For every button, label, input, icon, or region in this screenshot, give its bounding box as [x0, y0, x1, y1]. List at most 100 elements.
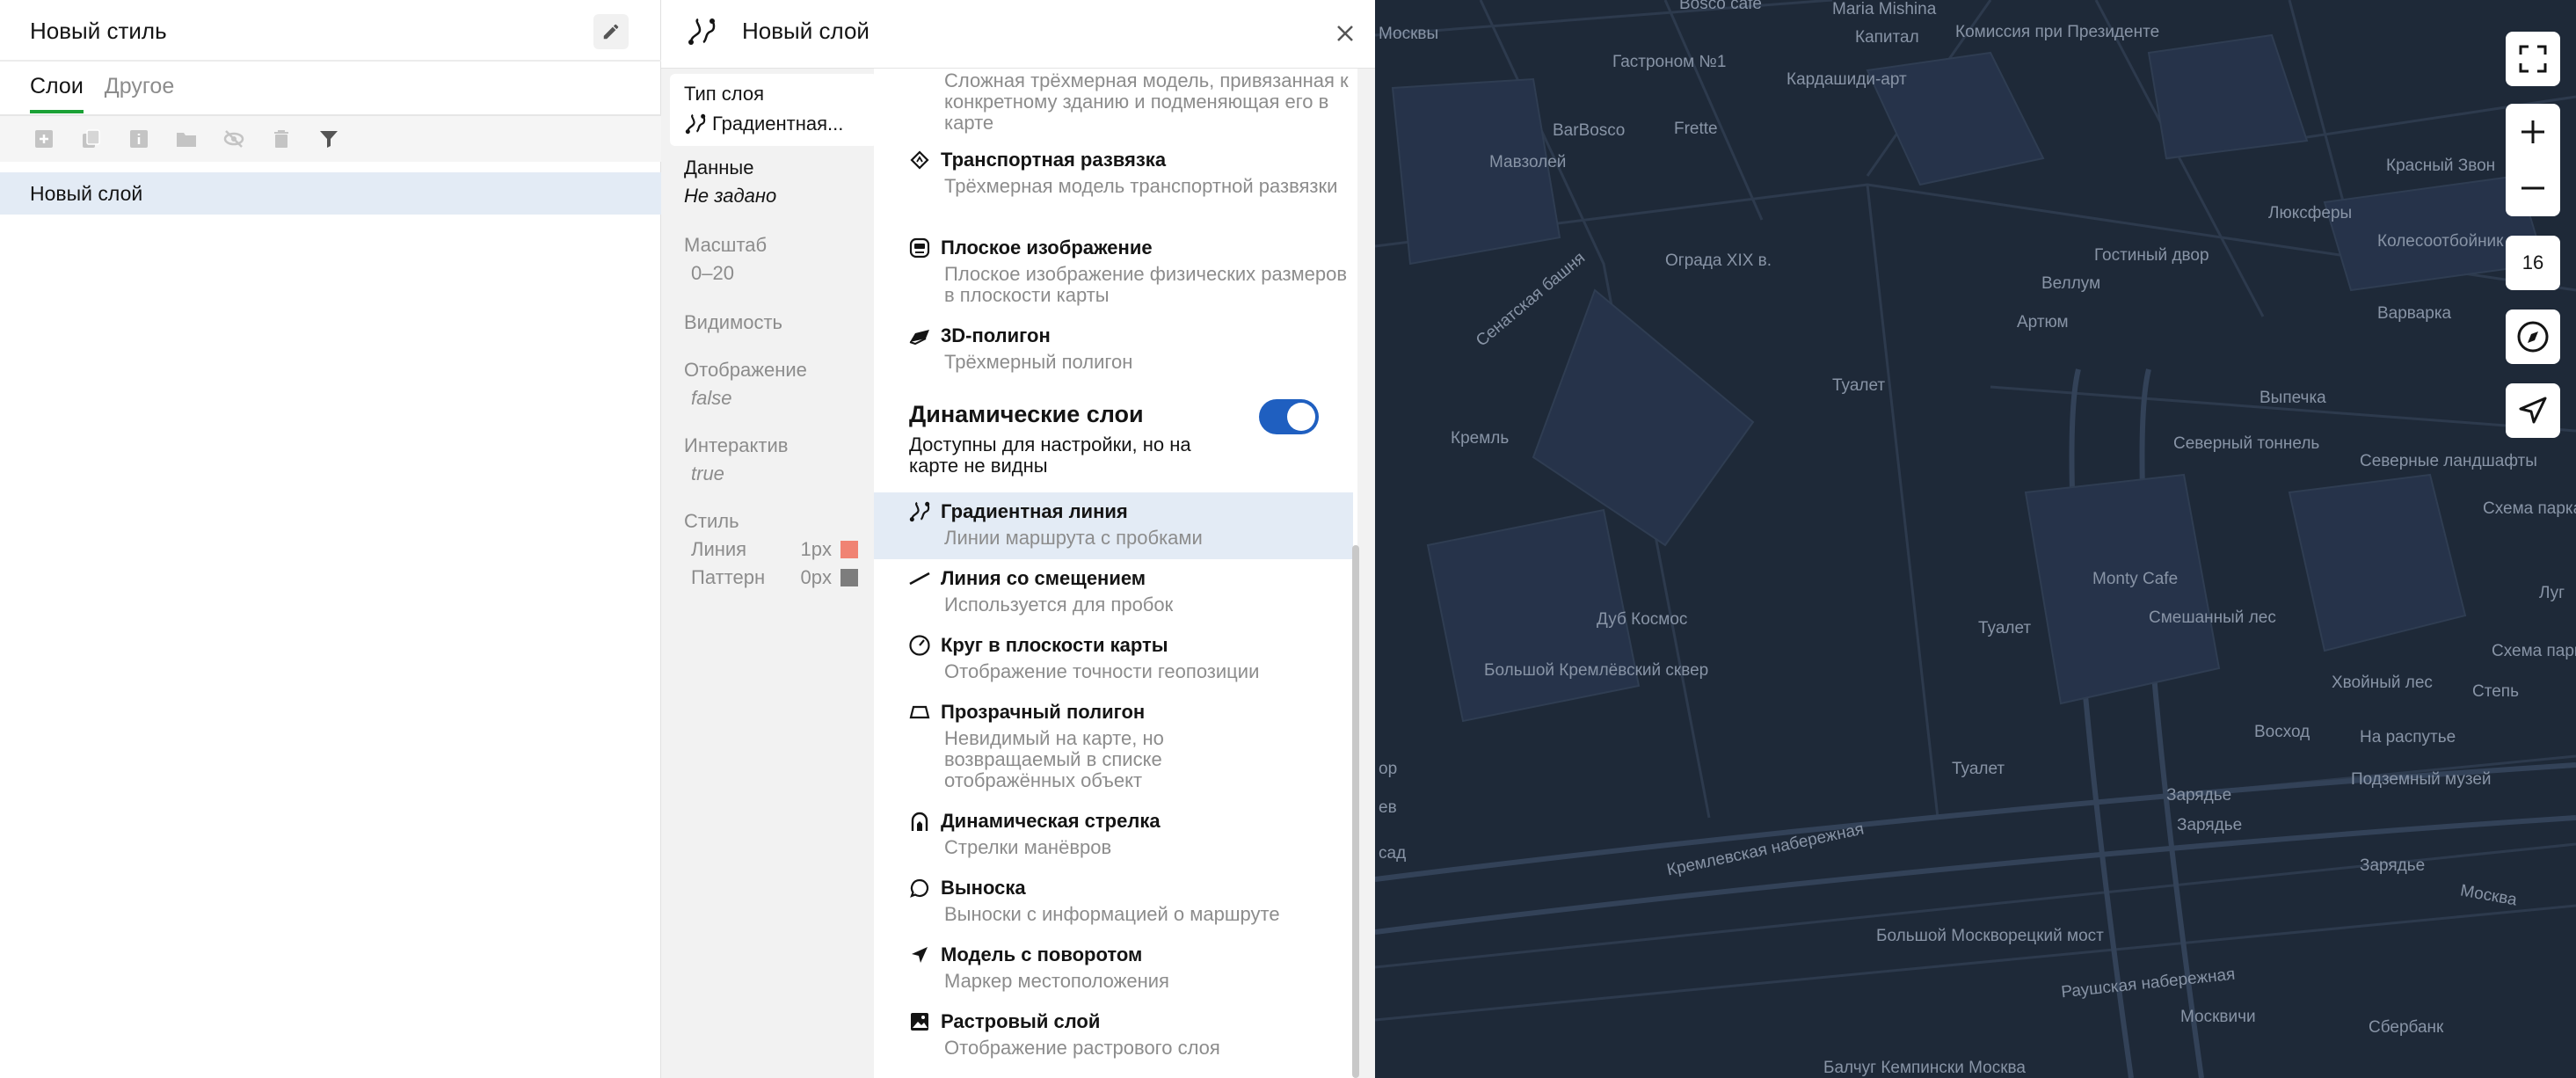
type-item-gradient-line[interactable]: Градиентная линия Линии маршрута с пробк… — [874, 492, 1353, 559]
map-label: Зарядье — [2166, 786, 2232, 805]
type-item-3d-polygon[interactable]: 3D-полигон Трёхмерный полигон — [874, 324, 1353, 373]
info-icon[interactable] — [125, 125, 153, 153]
delete-icon[interactable] — [267, 125, 295, 153]
map-label: Красный Звон — [2386, 157, 2496, 175]
prop-interactive-label: Интерактив — [684, 434, 789, 456]
map-label: Monty Cafe — [2092, 570, 2179, 588]
type-item-partial[interactable]: Сложная трёхмерная модель, привязанная к… — [874, 69, 1353, 134]
polygon-3d-icon — [907, 324, 932, 348]
map-label: Кремль — [1451, 429, 1510, 448]
gradient-line-icon — [907, 499, 932, 524]
type-item-callout[interactable]: Выноска Выноски с информацией о маршруте — [874, 876, 1353, 925]
layer-editor: Новый слой Тип слоя Градиентная... Данны… — [661, 0, 1375, 1078]
tab-layers[interactable]: Слои — [30, 74, 84, 113]
prop-visibility[interactable]: Видимость — [670, 301, 877, 345]
layer-properties: Тип слоя Градиентная... Данные Не задано… — [670, 74, 877, 600]
dynamic-layers-toggle[interactable] — [1259, 399, 1319, 434]
toggle-knob — [1287, 403, 1315, 431]
prop-display-label: Отображение — [684, 359, 807, 381]
prop-style[interactable]: Стиль Линия 1px Паттерн 0px — [670, 499, 877, 600]
zoom-out-button[interactable] — [2520, 160, 2546, 216]
type-item-circle[interactable]: Круг в плоскости карты Отображение точно… — [874, 633, 1353, 682]
add-layer-icon[interactable] — [30, 125, 58, 153]
circle-gauge-icon — [907, 633, 932, 658]
style-row-value: 1px — [800, 538, 832, 560]
type-item-title: Плоское изображение — [941, 237, 1153, 259]
type-item-desc: Плоское изображение физических размеров … — [944, 263, 1348, 306]
prop-data-label: Данные — [684, 157, 754, 178]
type-item-title: Модель с поворотом — [941, 943, 1143, 965]
image-plane-icon — [907, 236, 932, 260]
dynamic-arrow-icon — [907, 809, 932, 834]
zoom-level: 16 — [2506, 236, 2560, 290]
map-label: Капитал — [1855, 28, 1919, 47]
prop-interactive[interactable]: Интерактив true — [670, 424, 877, 496]
pencil-icon — [603, 24, 619, 40]
prop-scale[interactable]: Масштаб 0–20 — [670, 223, 877, 295]
map-view[interactable]: Bosco cafe Maria Mishina Москвы Гастроно… — [1375, 0, 2576, 1078]
prop-data[interactable]: Данные Не задано — [670, 146, 877, 218]
type-item-title: Круг в плоскости карты — [941, 634, 1168, 656]
map-label: Схема парка — [2492, 642, 2576, 660]
type-item-desc: Стрелки манёвров — [944, 836, 1112, 858]
location-arrow-icon — [907, 943, 932, 967]
type-item-raster[interactable]: Растровый слой Отображение растрового сл… — [874, 1009, 1353, 1059]
compass-button[interactable] — [2506, 310, 2560, 364]
type-item-desc: Отображение точности геопозиции — [944, 660, 1260, 682]
prop-display[interactable]: Отображение false — [670, 348, 877, 420]
type-item-flat-image[interactable]: Плоское изображение Плоское изображение … — [874, 236, 1353, 306]
map-label: Большой Кремлёвский сквер — [1484, 661, 1709, 680]
filter-icon[interactable] — [315, 125, 343, 153]
map-label: Кардашиди-арт — [1786, 70, 1907, 89]
fullscreen-button[interactable] — [2506, 32, 2560, 86]
map-label: Зарядье — [2177, 816, 2243, 834]
offset-line-icon — [907, 566, 932, 591]
type-item-offset-line[interactable]: Линия со смещением Используется для проб… — [874, 566, 1353, 615]
prop-display-value: false — [691, 387, 732, 409]
folder-icon[interactable] — [172, 125, 200, 153]
map-label: Северный тоннель — [2173, 434, 2320, 453]
type-item-rotation-model[interactable]: Модель с поворотом Маркер местоположения — [874, 943, 1353, 992]
geolocation-button[interactable] — [2506, 383, 2560, 438]
map-label: BarBosco — [1553, 121, 1626, 140]
map-label: ор — [1379, 760, 1398, 778]
dynamic-section-title: Динамические слои — [909, 401, 1144, 427]
line-color-swatch — [840, 541, 858, 558]
hide-icon[interactable] — [220, 125, 248, 153]
type-item-transparent-polygon[interactable]: Прозрачный полигон Невидимый на карте, н… — [874, 700, 1353, 791]
type-item-transport[interactable]: Транспортная развязка Трёхмерная модель … — [874, 148, 1353, 197]
list-scrollbar[interactable] — [1352, 545, 1359, 1078]
map-label: Веллум — [2041, 274, 2101, 293]
type-item-dynamic-arrow[interactable]: Динамическая стрелка Стрелки манёвров — [874, 809, 1353, 858]
type-item-title: Градиентная линия — [941, 500, 1128, 522]
map-label: Хвойный лес — [2332, 674, 2433, 692]
editor-header: Новый слой — [661, 0, 1375, 69]
layer-item[interactable]: Новый слой — [0, 172, 661, 215]
map-label: Дуб Космос — [1597, 610, 1688, 629]
type-item-desc: Невидимый на карте, но возвращаемый в сп… — [944, 727, 1164, 791]
edit-style-button[interactable] — [593, 14, 629, 49]
map-label: Гастроном №1 — [1612, 53, 1727, 71]
map-label: сад — [1379, 844, 1407, 863]
prop-visibility-label: Видимость — [684, 311, 782, 333]
tab-other[interactable]: Другое — [105, 74, 174, 113]
map-label: Схема парка — [2483, 499, 2576, 518]
copy-icon[interactable] — [77, 125, 106, 153]
map-label: Maria Mishina — [1832, 0, 1937, 18]
map-label: Туалет — [1952, 760, 2005, 778]
zoom-in-button[interactable] — [2520, 104, 2546, 160]
type-item-title: Выноска — [941, 877, 1026, 899]
type-item-desc: Маркер местоположения — [944, 970, 1169, 992]
fullscreen-icon — [2519, 45, 2547, 73]
gradient-line-icon — [686, 16, 721, 51]
map-label: Bosco cafe — [1679, 0, 1762, 13]
map-label: Туалет — [1978, 619, 2032, 637]
close-icon[interactable] — [1328, 16, 1363, 51]
style-row-name: Линия — [691, 538, 747, 560]
style-row-line: Линия 1px — [684, 538, 863, 561]
layers-toolbar — [0, 116, 661, 162]
prop-scale-value: 0–20 — [691, 262, 734, 284]
editor-title: Новый слой — [742, 18, 870, 44]
style-row-value: 0px — [800, 566, 832, 588]
prop-type[interactable]: Тип слоя Градиентная... — [670, 74, 877, 146]
